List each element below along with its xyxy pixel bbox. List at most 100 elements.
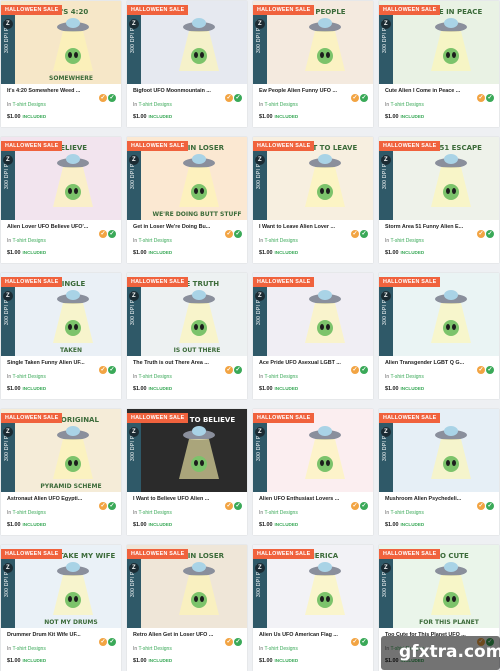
product-category: In T-shirt Designs xyxy=(385,102,424,108)
product-card[interactable]: GET IN LOSER WE'RE DOING BUTT STUFF HALLOW… xyxy=(127,137,247,263)
category-link[interactable]: T-shirt Designs xyxy=(138,646,171,652)
verified-green-icon: ✓ xyxy=(108,502,116,510)
category-link[interactable]: T-shirt Designs xyxy=(138,102,171,108)
verified-orange-icon: ✓ xyxy=(99,366,107,374)
product-title[interactable]: I Want to Believe UFO Alien ... xyxy=(133,496,223,502)
product-title[interactable]: Mushroom Alien Psychedeli... xyxy=(385,496,475,502)
product-title[interactable]: It's 4:20 Somewhere Weed ... xyxy=(7,88,97,94)
price-suffix: INCLUDED xyxy=(400,522,425,527)
brand-logo-icon: Z xyxy=(129,291,139,301)
dpi-strip: 300 DPI PNG Z xyxy=(127,151,141,220)
product-title[interactable]: Storm Area 51 Funny Alien E... xyxy=(385,224,475,230)
badges: ✓✓ xyxy=(350,86,368,104)
product-category: In T-shirt Designs xyxy=(259,510,298,516)
product-title[interactable]: Astronaut Alien UFO Egypti... xyxy=(7,496,97,502)
brand-logo-icon: Z xyxy=(381,19,391,29)
product-card[interactable]: HALLOWEEN SALE 300 DPI PNG Z Alien Transgen… xyxy=(379,273,499,399)
product-title[interactable]: Retro Alien Get in Loser UFO ... xyxy=(133,632,223,638)
price-suffix: INCLUDED xyxy=(22,250,47,255)
product-title[interactable]: Cute Alien I Come in Peace ... xyxy=(385,88,475,94)
product-title[interactable]: The Truth is out There Area ... xyxy=(133,360,223,366)
price-suffix: INCLUDED xyxy=(148,386,173,391)
product-title[interactable]: Get in Loser We're Doing Bu... xyxy=(133,224,223,230)
product-card[interactable]: MERICA HALLOWEEN SALE 300 DPI PNG Z Alien Us… xyxy=(253,545,373,671)
product-card[interactable]: AREA 51 ESCAPE HALLOWEEN SALE 300 DPI PNG Z… xyxy=(379,137,499,263)
category-link[interactable]: T-shirt Designs xyxy=(264,102,297,108)
dpi-strip: 300 DPI PNG Z xyxy=(127,287,141,356)
price-suffix: INCLUDED xyxy=(274,522,299,527)
verified-orange-icon: ✓ xyxy=(477,366,485,374)
product-title[interactable]: Drummer Drum Kit Wife UF... xyxy=(7,632,97,638)
art-subline: NOT MY DRUMS xyxy=(44,619,97,626)
product-card[interactable]: I COME IN PEACE HALLOWEEN SALE 300 DPI PNG… xyxy=(379,1,499,127)
product-price: $1.00INCLUDED xyxy=(7,386,46,392)
product-card[interactable]: THE TRUTH IS OUT THERE HALLOWEEN SALE 300 D… xyxy=(127,273,247,399)
category-link[interactable]: T-shirt Designs xyxy=(390,510,423,516)
category-link[interactable]: T-shirt Designs xyxy=(138,510,171,516)
badges: ✓✓ xyxy=(98,358,116,376)
category-link[interactable]: T-shirt Designs xyxy=(264,510,297,516)
sale-badge: HALLOWEEN SALE xyxy=(127,413,189,423)
product-title[interactable]: Ew People Alien Funny UFO ... xyxy=(259,88,349,94)
sale-badge: HALLOWEEN SALE xyxy=(127,5,189,15)
price-value: $1.00 xyxy=(385,522,399,528)
product-card[interactable]: EW PEOPLE HALLOWEEN SALE 300 DPI PNG Z Ew Pe… xyxy=(253,1,373,127)
price-suffix: INCLUDED xyxy=(22,522,47,527)
category-link[interactable]: T-shirt Designs xyxy=(390,102,423,108)
price-value: $1.00 xyxy=(7,522,21,528)
price-value: $1.00 xyxy=(259,114,273,120)
dpi-strip: 300 DPI PNG Z xyxy=(253,287,267,356)
verified-orange-icon: ✓ xyxy=(477,94,485,102)
category-prefix: In xyxy=(385,102,390,108)
category-link[interactable]: T-shirt Designs xyxy=(138,238,171,244)
product-title[interactable]: Bigfoot UFO Moonmountain ... xyxy=(133,88,223,94)
product-card[interactable]: THE ORIGINAL PYRAMID SCHEME HALLOWEEN SALE… xyxy=(1,409,121,535)
category-link[interactable]: T-shirt Designs xyxy=(390,374,423,380)
category-link[interactable]: T-shirt Designs xyxy=(264,646,297,652)
dpi-strip: 300 DPI PNG Z xyxy=(253,15,267,84)
verified-orange-icon: ✓ xyxy=(225,366,233,374)
product-card[interactable]: HALLOWEEN SALE 300 DPI PNG Z Ace Pride UFO … xyxy=(253,273,373,399)
brand-logo-icon: Z xyxy=(3,427,13,437)
watermark-text: gfxtra.com xyxy=(399,642,500,662)
sale-badge: HALLOWEEN SALE xyxy=(379,549,441,559)
product-card[interactable]: HALLOWEEN SALE 300 DPI PNG Z Alien UFO Enth… xyxy=(253,409,373,535)
product-card[interactable]: I WANT TO LEAVE HALLOWEEN SALE 300 DPI PNG… xyxy=(253,137,373,263)
category-link[interactable]: T-shirt Designs xyxy=(12,374,45,380)
category-prefix: In xyxy=(133,646,138,652)
category-link[interactable]: T-shirt Designs xyxy=(264,374,297,380)
category-link[interactable]: T-shirt Designs xyxy=(12,102,45,108)
price-value: $1.00 xyxy=(7,114,21,120)
brand-logo-icon: Z xyxy=(255,291,265,301)
sale-badge: HALLOWEEN SALE xyxy=(379,277,441,287)
product-title[interactable]: Alien Us UFO American Flag ... xyxy=(259,632,349,638)
category-link[interactable]: T-shirt Designs xyxy=(12,238,45,244)
price-suffix: INCLUDED xyxy=(400,386,425,391)
product-title[interactable]: Ace Pride UFO Asexual LGBT ... xyxy=(259,360,349,366)
product-title[interactable]: I Want to Leave Alien Lover ... xyxy=(259,224,349,230)
verified-orange-icon: ✓ xyxy=(99,502,107,510)
verified-green-icon: ✓ xyxy=(360,94,368,102)
category-prefix: In xyxy=(259,646,264,652)
product-card[interactable]: GET IN LOSER HALLOWEEN SALE 300 DPI PNG Z Re… xyxy=(127,545,247,671)
product-card[interactable]: PLEASE TAKE MY WIFE NOT MY DRUMS HALLOWEEN… xyxy=(1,545,121,671)
product-card[interactable]: HALLOWEEN SALE 300 DPI PNG Z Mushroom Alien… xyxy=(379,409,499,535)
product-card[interactable]: BELIEVE HALLOWEEN SALE 300 DPI PNG Z Alien L… xyxy=(1,137,121,263)
category-link[interactable]: T-shirt Designs xyxy=(264,238,297,244)
product-card[interactable]: IT'S 4:20 SOMEWHERE HALLOWEEN SALE 300 DPI … xyxy=(1,1,121,127)
verified-green-icon: ✓ xyxy=(360,230,368,238)
product-card[interactable]: I WANT TO BELIEVE HALLOWEEN SALE 300 DPI P… xyxy=(127,409,247,535)
product-title[interactable]: Alien Transgender LGBT Q G... xyxy=(385,360,475,366)
product-title[interactable]: Alien UFO Enthusiast Lovers ... xyxy=(259,496,349,502)
product-title[interactable]: Single Taken Funny Alien UF... xyxy=(7,360,97,366)
product-title[interactable]: Alien Lover UFO Believe UFO'... xyxy=(7,224,97,230)
category-link[interactable]: T-shirt Designs xyxy=(390,238,423,244)
product-card[interactable]: SINGLE TAKEN HALLOWEEN SALE 300 DPI PNG Z Sin… xyxy=(1,273,121,399)
dpi-strip: 300 DPI PNG Z xyxy=(253,559,267,628)
product-card[interactable]: HALLOWEEN SALE 300 DPI PNG Z Bigfoot UFO Mo… xyxy=(127,1,247,127)
category-link[interactable]: T-shirt Designs xyxy=(12,646,45,652)
product-price: $1.00INCLUDED xyxy=(133,522,172,528)
category-link[interactable]: T-shirt Designs xyxy=(12,510,45,516)
category-link[interactable]: T-shirt Designs xyxy=(138,374,171,380)
badges: ✓✓ xyxy=(98,494,116,512)
